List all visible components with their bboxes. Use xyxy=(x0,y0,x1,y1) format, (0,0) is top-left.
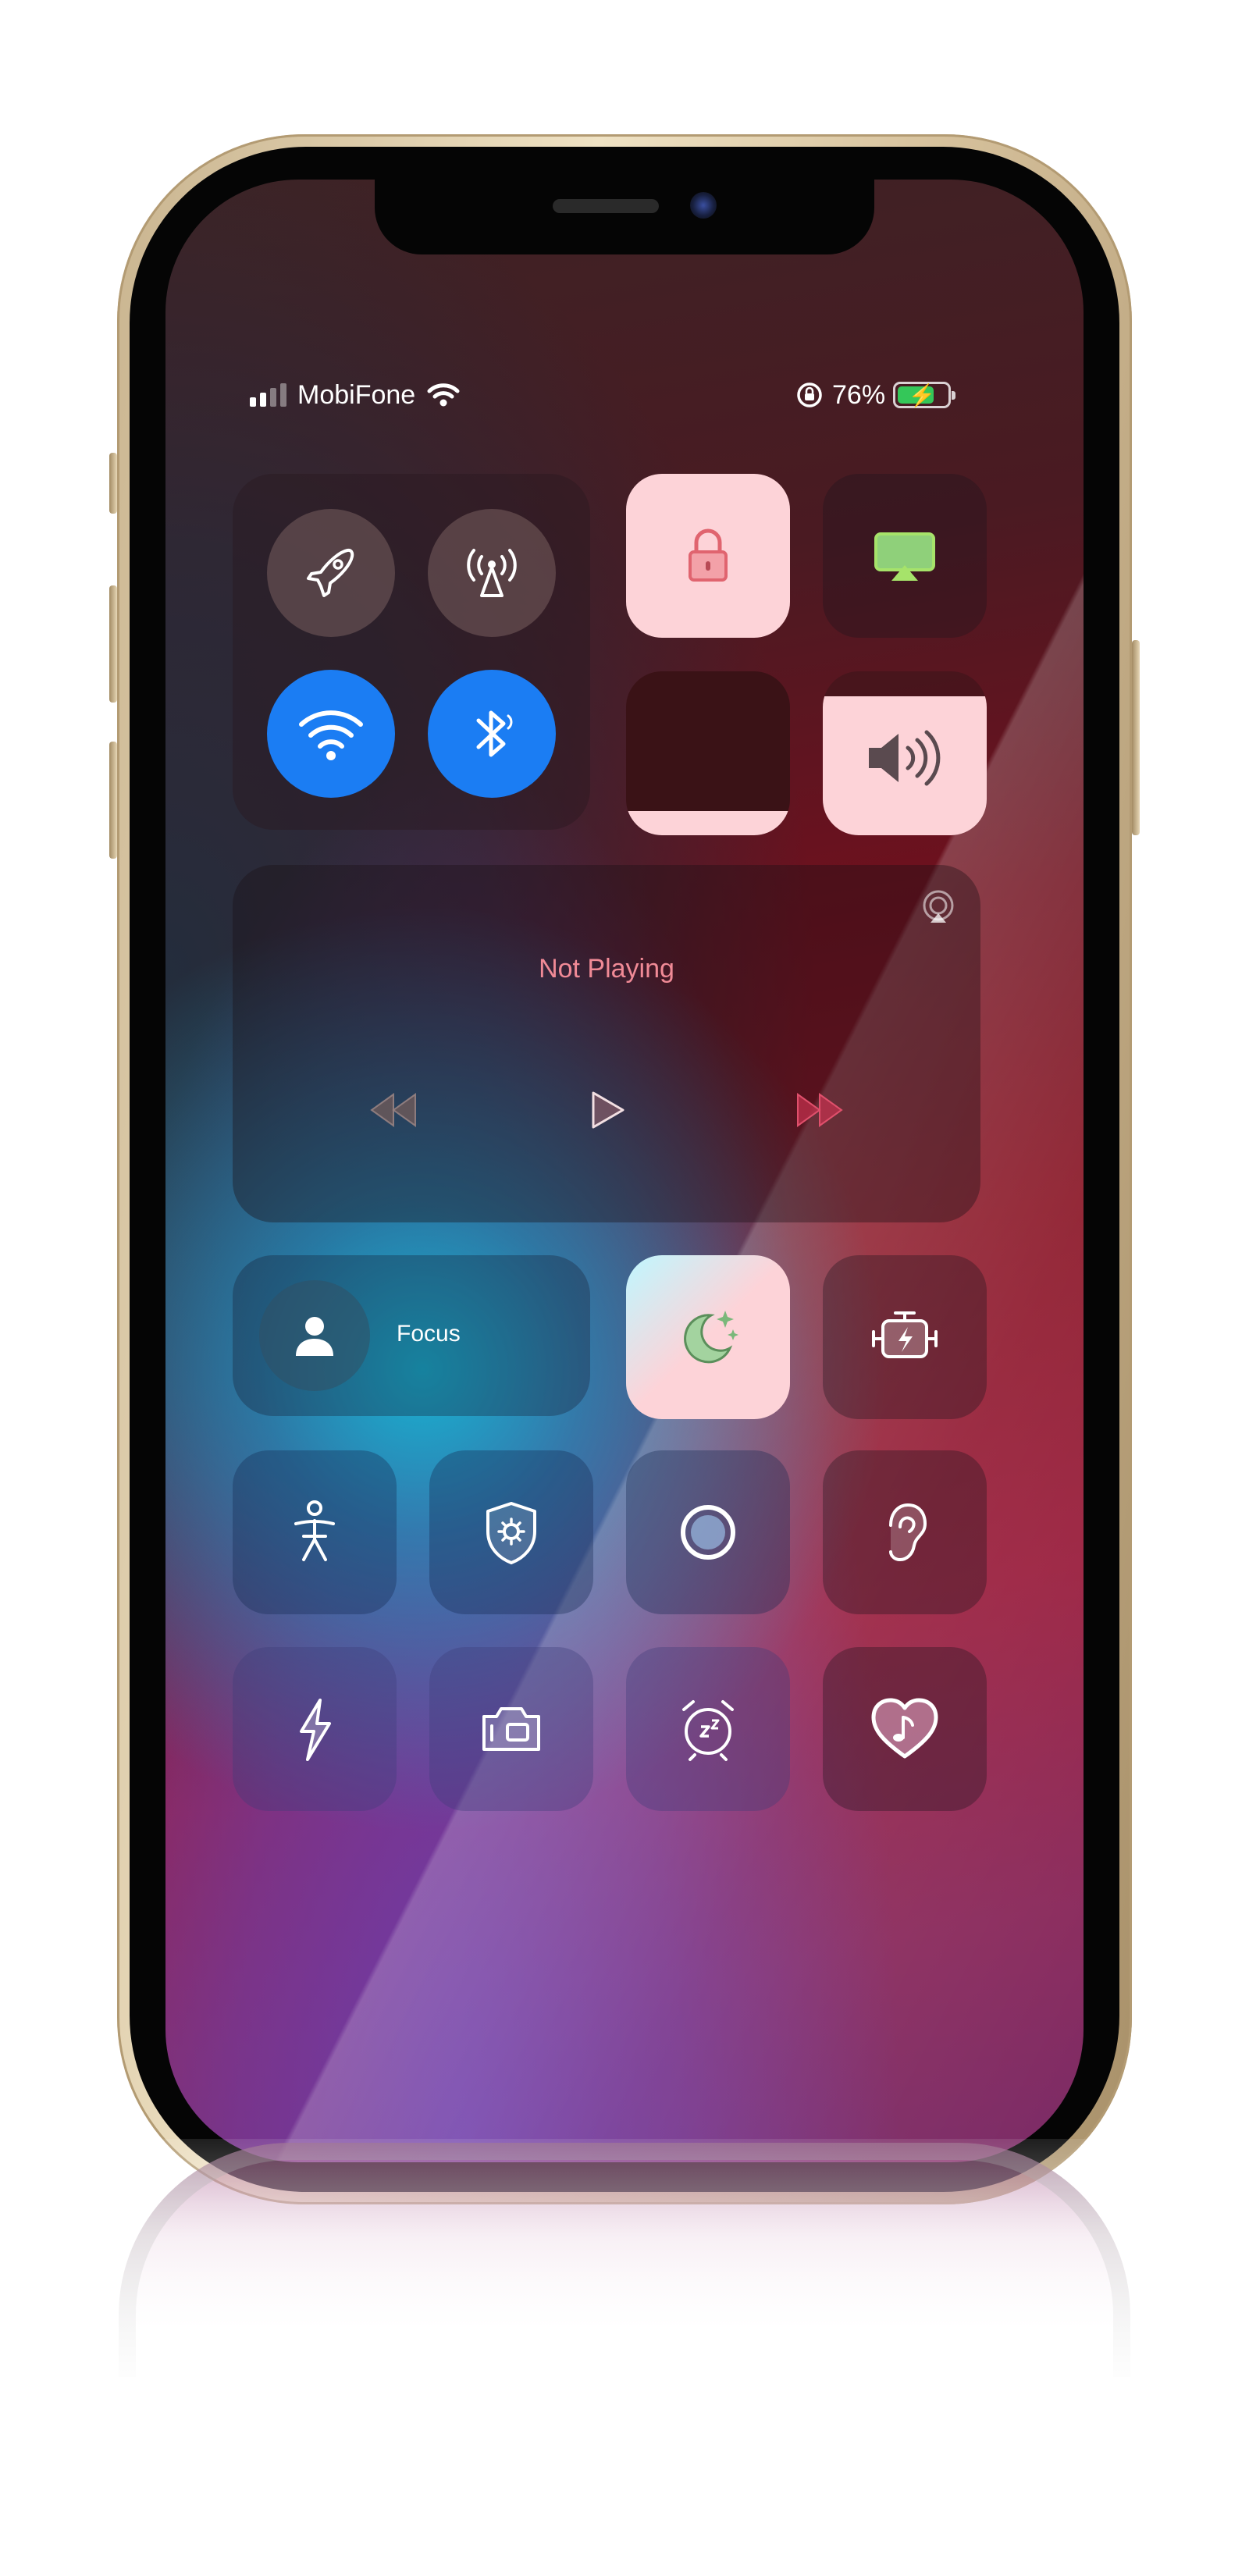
battery-percent: 76% xyxy=(832,379,886,410)
side-power-button xyxy=(1132,640,1140,835)
camera-icon xyxy=(482,1707,540,1751)
status-bar-left: MobiFone xyxy=(250,378,461,412)
flashlight-bolt-icon xyxy=(300,1699,331,1761)
alarm-sleep-icon xyxy=(682,1700,734,1761)
flashlight-toggle[interactable] xyxy=(233,1647,397,1811)
bluetooth-toggle[interactable] xyxy=(428,670,556,798)
charging-bolt-icon: ⚡ xyxy=(908,383,936,407)
status-bar-right: 76% ⚡ xyxy=(795,378,956,412)
alarm-toggle[interactable] xyxy=(626,1647,790,1811)
airplay-icon[interactable] xyxy=(918,887,959,927)
volume-down-button xyxy=(109,742,117,859)
screen-mirroring-toggle[interactable] xyxy=(823,474,987,638)
volume-icon xyxy=(869,730,941,786)
wifi-toggle[interactable] xyxy=(267,670,395,798)
focus-control[interactable]: Focus xyxy=(233,1255,590,1416)
now-playing-panel[interactable]: Not Playing xyxy=(233,865,980,1222)
battery-icon: ⚡ xyxy=(893,382,956,408)
cellular-antenna-icon xyxy=(467,549,517,597)
earpiece-speaker xyxy=(553,199,659,213)
brightness-slider-fill xyxy=(626,810,790,835)
volume-up-button xyxy=(109,585,117,703)
accessibility-icon xyxy=(294,1500,335,1561)
low-power-engine-icon xyxy=(872,1311,938,1358)
screen-mirroring-icon xyxy=(874,532,935,581)
low-power-mode-toggle[interactable] xyxy=(823,1255,987,1419)
record-circle-icon xyxy=(681,1505,735,1560)
rewind-icon[interactable] xyxy=(367,1088,422,1132)
now-playing-title: Not Playing xyxy=(539,954,674,984)
airplane-mode-toggle[interactable] xyxy=(267,509,395,637)
airplane-icon xyxy=(307,548,354,597)
fast-forward-icon[interactable] xyxy=(792,1088,846,1132)
person-icon xyxy=(296,1317,333,1356)
focus-avatar xyxy=(259,1280,370,1391)
reflection-fade xyxy=(109,2139,1140,2389)
bluetooth-icon xyxy=(476,710,513,757)
guided-access-toggle[interactable] xyxy=(429,1450,593,1614)
dark-mode-toggle[interactable] xyxy=(626,1255,790,1419)
play-icon[interactable] xyxy=(585,1088,629,1132)
brightness-slider[interactable] xyxy=(626,671,790,835)
volume-slider[interactable] xyxy=(823,671,987,835)
front-camera xyxy=(690,192,717,219)
hearing-toggle[interactable] xyxy=(823,1450,987,1614)
dark-mode-moon-icon xyxy=(684,1311,738,1364)
notch xyxy=(375,180,874,254)
rotation-lock-icon xyxy=(689,528,728,582)
action-button xyxy=(109,453,117,514)
screen-recording-toggle[interactable] xyxy=(626,1450,790,1614)
heart-music-icon xyxy=(871,1698,938,1759)
wifi-icon xyxy=(299,710,363,760)
hearing-ear-icon xyxy=(889,1503,927,1562)
shield-gear-icon xyxy=(486,1502,536,1564)
focus-label: Focus xyxy=(397,1321,461,1347)
wifi-status-icon xyxy=(427,383,460,407)
signal-strength-icon xyxy=(250,383,286,407)
music-recognition-toggle[interactable] xyxy=(823,1647,987,1811)
cellular-data-toggle[interactable] xyxy=(428,509,556,637)
orientation-lock-icon xyxy=(797,382,822,407)
rotation-lock-toggle[interactable] xyxy=(626,474,790,638)
carrier-name: MobiFone xyxy=(297,379,416,410)
accessibility-toggle[interactable] xyxy=(233,1450,397,1614)
camera-toggle[interactable] xyxy=(429,1647,593,1811)
